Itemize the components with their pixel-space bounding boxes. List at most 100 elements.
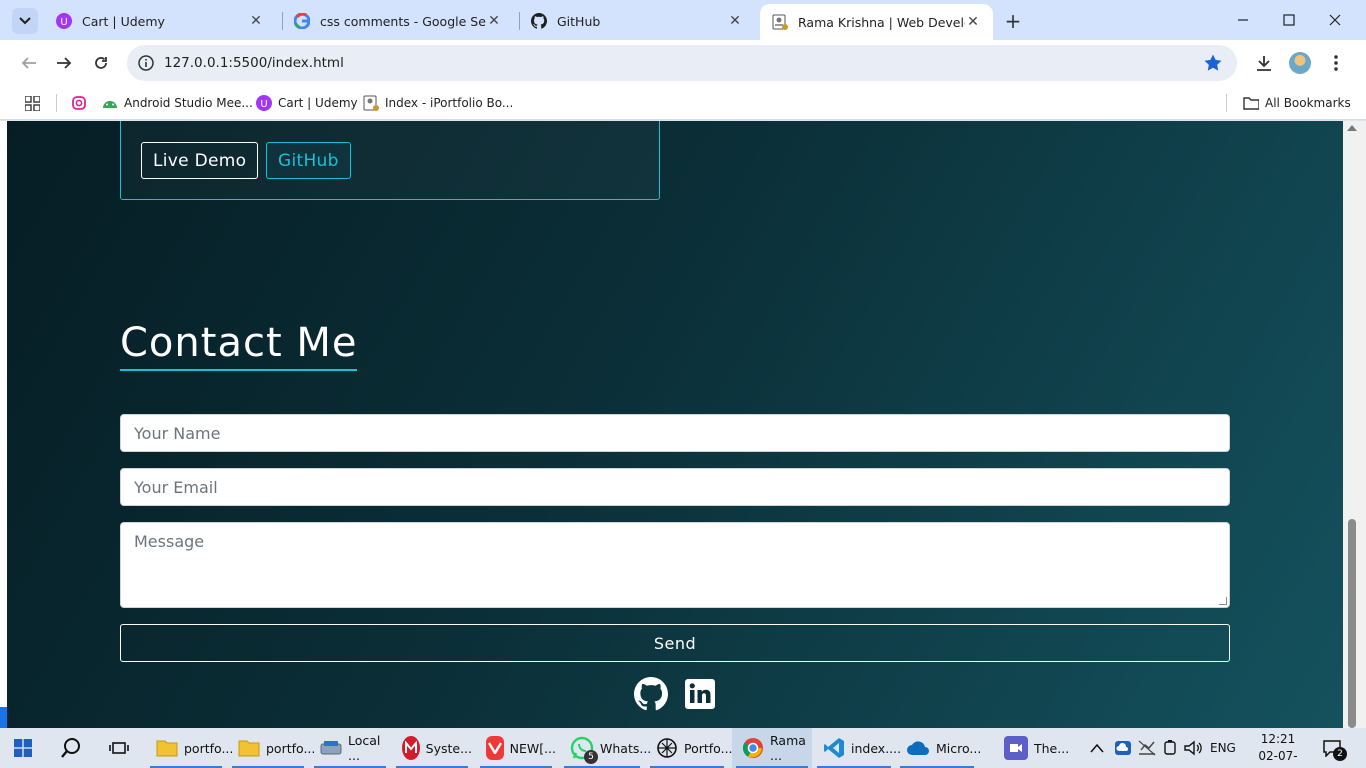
site-info-icon[interactable] <box>137 54 155 72</box>
github-icon <box>531 13 547 29</box>
close-icon[interactable]: ✕ <box>486 13 502 29</box>
onedrive-icon <box>906 736 930 760</box>
bookmark-star-icon[interactable] <box>1203 53 1223 73</box>
scroll-up-arrow[interactable] <box>1347 125 1357 131</box>
page-scrollbar[interactable] <box>1343 121 1366 728</box>
url-text[interactable]: 127.0.0.1:5500/index.html <box>164 55 344 71</box>
tab-search-button[interactable] <box>12 8 38 34</box>
vscode-icon <box>823 736 845 760</box>
window-edge <box>0 121 7 728</box>
address-bar[interactable]: 127.0.0.1:5500/index.html <box>127 45 1237 81</box>
bookmark-cart-udemy[interactable]: U Cart | Udemy <box>256 92 358 114</box>
tab-portfolio[interactable]: Rama Krishna | Web Developer ✕ <box>760 4 993 40</box>
taskbar-app-system[interactable]: Syste... <box>392 728 472 768</box>
send-button[interactable]: Send <box>120 624 1230 662</box>
maximize-button[interactable] <box>1266 0 1312 40</box>
downloads-button[interactable] <box>1252 51 1276 75</box>
tab-strip: U Cart | Udemy ✕ css comments - Google S… <box>0 0 1366 40</box>
cloud-icon[interactable] <box>1114 740 1132 756</box>
taskbar-app-vscode[interactable]: index.... <box>813 728 901 768</box>
taskbar-app-label: Portfo... <box>684 740 733 756</box>
close-icon[interactable]: ✕ <box>727 13 743 29</box>
start-button[interactable] <box>0 728 46 768</box>
language-indicator[interactable]: ENG <box>1210 741 1236 755</box>
task-view-button[interactable] <box>96 728 142 768</box>
chrome-icon <box>742 736 764 760</box>
more-vertical-icon <box>1334 55 1338 71</box>
taskbar-app-chatgpt[interactable]: Portfo... <box>646 728 733 768</box>
live-demo-button[interactable]: Live Demo <box>141 142 259 179</box>
tab-title: Rama Krishna | Web Developer <box>798 14 965 30</box>
volume-icon[interactable] <box>1184 740 1202 756</box>
profile-avatar[interactable] <box>1289 52 1311 74</box>
resize-handle[interactable] <box>1219 597 1227 605</box>
github-link-button[interactable]: GitHub <box>266 142 351 179</box>
taskbar-app-onedrive[interactable]: Micro... <box>896 728 982 768</box>
task-view-icon <box>109 742 129 754</box>
message-field[interactable]: Message <box>120 522 1230 608</box>
bookmark-android-studio[interactable]: Android Studio Mee... <box>102 92 253 114</box>
minimize-button[interactable] <box>1220 0 1266 40</box>
tab-title: GitHub <box>557 13 601 29</box>
folder-icon <box>238 736 260 760</box>
udemy-icon: U <box>56 13 72 29</box>
taskbar-app-video[interactable]: The... <box>994 728 1076 768</box>
taskbar-app-chrome[interactable]: Rama ... <box>732 728 812 768</box>
project-card: Live Demo GitHub <box>120 121 660 200</box>
back-button[interactable] <box>15 49 43 77</box>
folder-icon <box>156 736 178 760</box>
github-icon[interactable] <box>634 677 668 711</box>
taskbar-app-label: Whats... <box>600 740 652 756</box>
browser-menu-button[interactable] <box>1324 51 1348 75</box>
tab-github[interactable]: GitHub ✕ <box>519 4 755 38</box>
reload-icon <box>95 57 107 69</box>
download-icon <box>1257 56 1271 71</box>
close-icon <box>1329 14 1341 26</box>
linkedin-icon[interactable] <box>685 679 715 709</box>
tab-google-search[interactable]: css comments - Google Search ✕ <box>282 4 514 38</box>
close-window-button[interactable] <box>1312 0 1358 40</box>
tab-cart-udemy[interactable]: U Cart | Udemy ✕ <box>44 4 276 38</box>
system-icon <box>402 736 420 760</box>
tab-title: css comments - Google Search <box>320 13 486 29</box>
taskbar-app-label: index.... <box>851 740 902 756</box>
search-icon <box>61 738 80 758</box>
reload-button[interactable] <box>87 49 115 77</box>
taskbar-clock[interactable]: 12:21 02-07-2025 <box>1244 731 1312 768</box>
email-field[interactable]: Your Email <box>120 468 1230 506</box>
bookmark-instagram[interactable] <box>71 92 93 114</box>
name-field[interactable]: Your Name <box>120 414 1230 452</box>
all-bookmarks-button[interactable]: All Bookmarks <box>1243 92 1351 114</box>
close-icon[interactable]: ✕ <box>965 14 981 30</box>
forward-button[interactable] <box>50 49 78 77</box>
all-bookmarks-label: All Bookmarks <box>1265 96 1351 110</box>
close-icon[interactable]: ✕ <box>248 13 264 29</box>
portfolio-icon <box>363 95 379 111</box>
taskbar-app-whatsapp[interactable]: 5 Whats... <box>560 728 651 768</box>
notification-count-badge: 2 <box>1333 747 1347 761</box>
apps-button[interactable] <box>25 92 40 114</box>
taskbar-app-label: The... <box>1034 740 1070 756</box>
search-button[interactable] <box>48 728 94 768</box>
maximize-icon <box>1283 14 1295 26</box>
tab-title: Cart | Udemy <box>82 13 165 29</box>
taskbar-app-local-disk[interactable]: Local ... <box>310 728 390 768</box>
new-tab-button[interactable]: + <box>1001 9 1025 33</box>
battery-icon[interactable] <box>1162 740 1178 756</box>
folder-icon <box>1243 95 1259 111</box>
bookmark-label: Android Studio Mee... <box>124 96 253 110</box>
notification-center-button[interactable]: 2 <box>1322 728 1347 768</box>
chevron-up-icon[interactable] <box>1090 743 1104 753</box>
system-tray: ENG <box>1090 728 1236 768</box>
scrollbar-thumb[interactable] <box>1348 519 1356 728</box>
taskbar-app-vivaldi[interactable]: NEW[... <box>476 728 556 768</box>
taskbar-app-explorer-2[interactable]: portfo... <box>228 728 315 768</box>
taskbar-app-label: Micro... <box>936 740 982 756</box>
window-edge-accent <box>0 707 7 728</box>
bookmark-iportfolio[interactable]: Index - iPortfolio Bo... <box>363 92 513 114</box>
bookmark-label: Cart | Udemy <box>278 96 358 110</box>
svg-text:U: U <box>60 17 67 28</box>
taskbar-app-explorer-1[interactable]: portfo... <box>146 728 233 768</box>
bookmarks-bar: Android Studio Mee... U Cart | Udemy Ind… <box>0 86 1366 120</box>
network-icon[interactable] <box>1138 740 1156 756</box>
